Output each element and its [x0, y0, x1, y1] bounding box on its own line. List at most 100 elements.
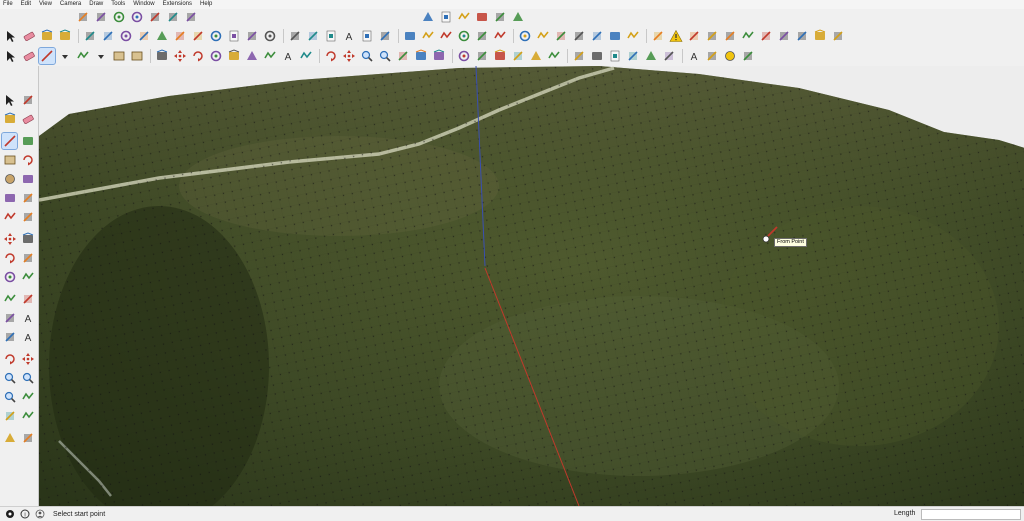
soften-icon[interactable]	[740, 48, 756, 64]
back-edges-icon[interactable]	[262, 28, 278, 44]
offset-tool-icon[interactable]	[244, 48, 260, 64]
pie-icon[interactable]	[20, 209, 35, 225]
top-view-icon[interactable]	[438, 9, 454, 25]
flip-edge-icon[interactable]	[607, 28, 623, 44]
pen-icon[interactable]	[812, 28, 828, 44]
axes-tool-icon[interactable]	[661, 48, 677, 64]
select-tool-icon[interactable]	[3, 48, 19, 64]
section-plane-tool-icon[interactable]	[571, 48, 587, 64]
text-tool-icon[interactable]: A	[280, 48, 296, 64]
select-icon[interactable]	[3, 28, 19, 44]
cut-icon[interactable]	[118, 28, 134, 44]
follow-me-icon[interactable]	[722, 28, 738, 44]
follow-me-icon[interactable]	[20, 250, 35, 266]
dimension-icon[interactable]	[20, 291, 35, 307]
3d-text-icon[interactable]: A	[20, 329, 35, 345]
shaded-texture-icon[interactable]: A	[341, 28, 357, 44]
front-view-icon[interactable]	[456, 9, 472, 25]
orbit-icon[interactable]	[2, 351, 17, 367]
two-point-arc-icon[interactable]	[20, 190, 35, 206]
scenes-icon[interactable]	[607, 48, 623, 64]
user-status-icon[interactable]	[35, 509, 45, 519]
previous-view-icon[interactable]	[20, 389, 35, 405]
outliner-icon[interactable]	[589, 48, 605, 64]
menu-view[interactable]: View	[39, 0, 52, 9]
section-display-icon[interactable]	[93, 9, 109, 25]
text-icon[interactable]: A	[20, 310, 35, 326]
paint-bucket-icon[interactable]	[2, 111, 17, 127]
section-fill-icon[interactable]	[111, 9, 127, 25]
open-file-icon[interactable]	[82, 28, 98, 44]
layout-icon[interactable]	[431, 48, 447, 64]
solid-tools-icon[interactable]	[704, 48, 720, 64]
make-component-icon[interactable]	[20, 92, 35, 108]
styles-icon[interactable]	[456, 48, 472, 64]
offset-icon[interactable]	[20, 269, 35, 285]
protractor-tool-icon[interactable]	[643, 48, 659, 64]
zoom-extents-icon[interactable]	[377, 48, 393, 64]
section-plane-icon[interactable]	[75, 9, 91, 25]
scale-icon[interactable]	[208, 48, 224, 64]
freehand-icon[interactable]	[20, 133, 35, 149]
3d-text-icon[interactable]: A	[686, 48, 702, 64]
arc-tool-icon[interactable]	[75, 48, 91, 64]
drape-icon[interactable]	[571, 28, 587, 44]
paint-tool-icon[interactable]	[298, 48, 314, 64]
top-camera-icon[interactable]	[402, 28, 418, 44]
section-plane-icon[interactable]	[20, 430, 35, 446]
sandbox-from-scratch-icon[interactable]	[517, 28, 533, 44]
axes-icon[interactable]	[2, 329, 17, 345]
warehouse-icon[interactable]	[395, 48, 411, 64]
menu-edit[interactable]: Edit	[21, 0, 31, 9]
components-icon[interactable]	[686, 28, 702, 44]
protractor-icon[interactable]	[2, 310, 17, 326]
geo-location-status-icon[interactable]	[5, 509, 15, 519]
eraser-icon[interactable]	[20, 111, 35, 127]
right-view-icon[interactable]	[474, 9, 490, 25]
rectangle-icon[interactable]	[2, 152, 17, 168]
right-camera-icon[interactable]	[438, 28, 454, 44]
walk-icon[interactable]	[528, 48, 544, 64]
sandbox-from-contours-icon[interactable]	[492, 28, 508, 44]
model-info-icon[interactable]	[226, 28, 242, 44]
circle-icon[interactable]	[2, 171, 17, 187]
warning-icon[interactable]	[668, 28, 684, 44]
menu-tools[interactable]: Tools	[111, 0, 125, 9]
orbit-icon[interactable]	[323, 48, 339, 64]
move-icon[interactable]	[172, 48, 188, 64]
dimension-icon[interactable]	[758, 28, 774, 44]
rotate-icon[interactable]	[2, 250, 17, 266]
zoom-window-icon[interactable]	[20, 370, 35, 386]
xray-icon[interactable]	[244, 28, 260, 44]
save-icon[interactable]	[100, 28, 116, 44]
axes-icon[interactable]	[794, 28, 810, 44]
paste-icon[interactable]	[154, 28, 170, 44]
wireframe-icon[interactable]	[287, 28, 303, 44]
section-lines-icon[interactable]	[165, 9, 181, 25]
add-location-icon[interactable]	[625, 28, 641, 44]
menu-draw[interactable]: Draw	[89, 0, 103, 9]
add-detail-icon[interactable]	[589, 28, 605, 44]
three-point-arc-icon[interactable]	[2, 209, 17, 225]
offset-icon[interactable]	[740, 28, 756, 44]
smoove-icon[interactable]	[535, 28, 551, 44]
menu-file[interactable]: File	[3, 0, 13, 9]
push-pull-icon[interactable]	[20, 231, 35, 247]
paint-bucket-icon[interactable]	[39, 28, 55, 44]
rotate-icon[interactable]	[190, 48, 206, 64]
position-camera-icon[interactable]	[2, 408, 17, 424]
look-around-icon[interactable]	[546, 48, 562, 64]
copy-icon[interactable]	[136, 28, 152, 44]
follow-me-tool-icon[interactable]	[226, 48, 242, 64]
rotated-rectangle-icon[interactable]	[20, 152, 35, 168]
left-camera-icon[interactable]	[474, 28, 490, 44]
extension-warehouse-icon[interactable]	[413, 48, 429, 64]
monochrome-icon[interactable]	[359, 28, 375, 44]
arrow-icon[interactable]	[830, 28, 846, 44]
move-icon[interactable]	[2, 231, 17, 247]
pan-icon[interactable]	[20, 351, 35, 367]
walk-icon[interactable]	[2, 430, 17, 446]
shape-tool-icon[interactable]	[111, 48, 127, 64]
left-view-icon[interactable]	[510, 9, 526, 25]
polygon-icon[interactable]	[20, 171, 35, 187]
